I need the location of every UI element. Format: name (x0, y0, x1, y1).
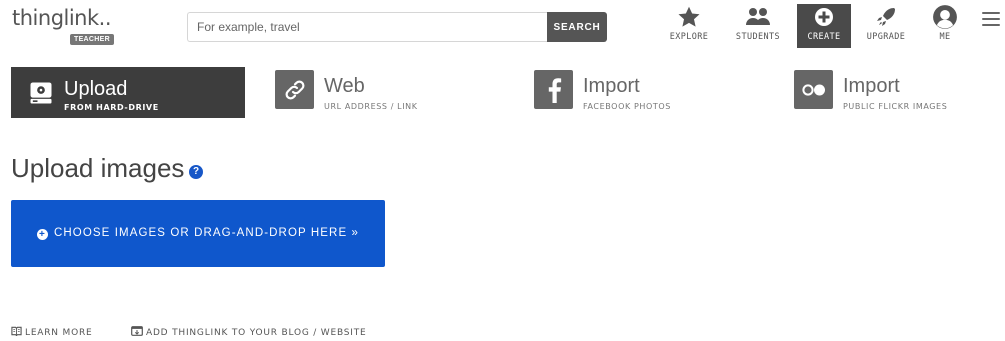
tab-flickr-subtitle: PUBLIC FLICKR IMAGES (843, 102, 948, 111)
tab-web-title: Web (324, 75, 365, 97)
plus-circle-icon (815, 8, 833, 26)
nav-explore[interactable]: EXPLORE (660, 4, 718, 48)
learn-more-label: LEARN MORE (25, 328, 93, 338)
tab-facebook-title: Import (583, 75, 640, 97)
learn-more-link[interactable]: LEARN MORE (11, 326, 93, 339)
search-bar: SEARCH (187, 12, 607, 42)
nav-upgrade[interactable]: UPGRADE (857, 4, 915, 48)
nav-me-label: ME (939, 32, 951, 42)
help-icon[interactable]: ? (189, 165, 203, 179)
nav-students[interactable]: STUDENTS (727, 4, 789, 48)
tab-facebook[interactable]: Import FACEBOOK PHOTOS (534, 67, 734, 118)
nav-create[interactable]: CREATE (797, 4, 851, 48)
book-icon (11, 326, 22, 339)
user-avatar-icon (933, 5, 957, 29)
link-icon (275, 70, 314, 109)
plus-circle-icon: + (36, 229, 48, 240)
tab-flickr[interactable]: Import PUBLIC FLICKR IMAGES (794, 67, 994, 118)
page-title: Upload images (11, 153, 185, 183)
nav-me[interactable]: ME (925, 4, 965, 48)
teacher-badge: TEACHER (70, 34, 114, 45)
tab-flickr-title: Import (843, 75, 900, 97)
choose-images-button[interactable]: + CHOOSE IMAGES OR DRAG-AND-DROP HERE » (11, 200, 385, 267)
search-input[interactable] (187, 12, 547, 42)
nav-explore-label: EXPLORE (669, 32, 709, 42)
tab-facebook-subtitle: FACEBOOK PHOTOS (583, 102, 671, 111)
search-button[interactable]: SEARCH (547, 12, 607, 42)
tab-web-subtitle: URL ADDRESS / LINK (324, 102, 418, 111)
hard-drive-icon (21, 73, 60, 112)
nav-upgrade-label: UPGRADE (866, 32, 906, 42)
facebook-icon (534, 70, 573, 109)
tab-web[interactable]: Web URL ADDRESS / LINK (275, 67, 475, 118)
students-icon (746, 8, 770, 25)
rocket-icon (877, 8, 895, 26)
tab-upload[interactable]: Upload FROM HARD-DRIVE (11, 67, 245, 118)
thinglink-logo[interactable]: thinglink.. TEACHER (12, 4, 122, 46)
nav-create-label: CREATE (807, 32, 841, 42)
nav-students-label: STUDENTS (735, 32, 781, 42)
tab-upload-title: Upload (64, 78, 128, 100)
flickr-icon (794, 70, 833, 109)
choose-images-label: CHOOSE IMAGES OR DRAG-AND-DROP HERE » (53, 227, 360, 239)
add-to-blog-link[interactable]: ADD THINGLINK TO YOUR BLOG / WEBSITE (131, 326, 367, 339)
hamburger-menu-icon[interactable] (982, 12, 1000, 28)
star-icon (678, 6, 700, 27)
logo-text: thinglink.. (12, 6, 112, 30)
add-to-blog-label: ADD THINGLINK TO YOUR BLOG / WEBSITE (146, 328, 367, 338)
embed-icon (131, 326, 143, 339)
tab-upload-subtitle: FROM HARD-DRIVE (64, 103, 159, 112)
